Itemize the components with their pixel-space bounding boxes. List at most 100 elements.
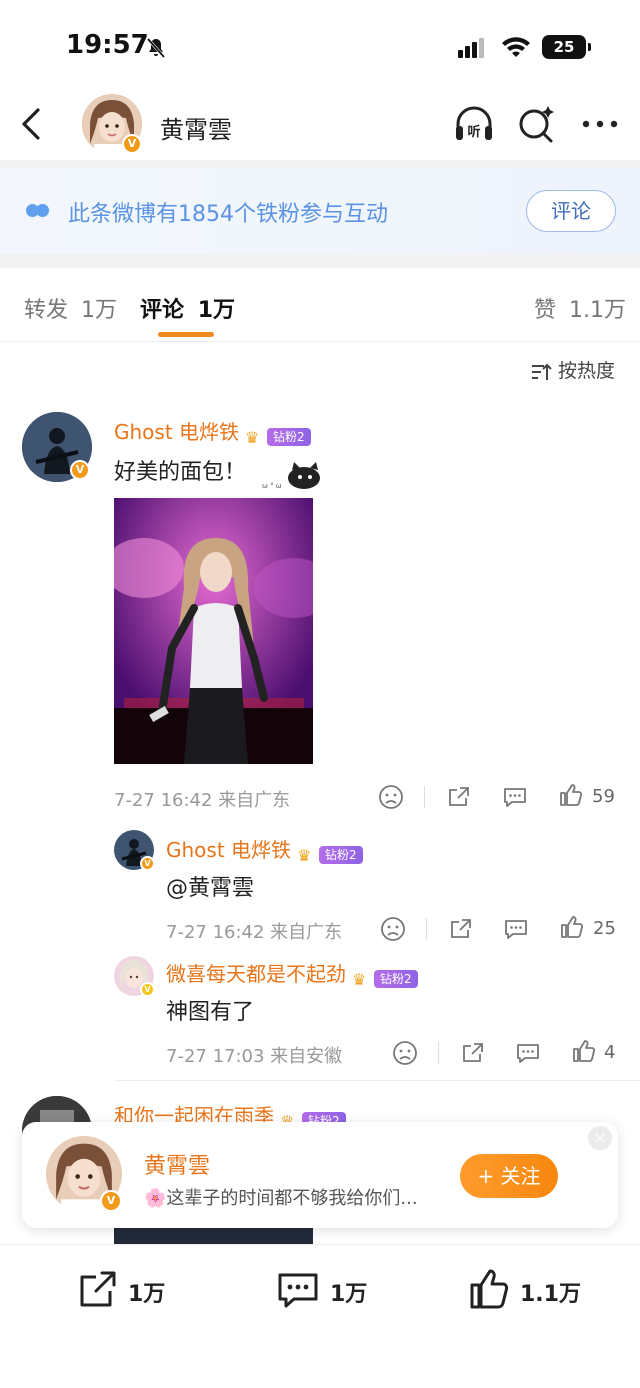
crown-icon: ♛ xyxy=(297,846,312,865)
like-count: 1.1万 xyxy=(520,1282,581,1307)
fan-badge-label: 钻粉2 xyxy=(319,846,363,864)
verified-badge-icon: V xyxy=(122,134,142,154)
dislike-face-icon[interactable] xyxy=(392,1040,418,1066)
author-name: Ghost 电烨铁 xyxy=(166,838,292,862)
top-nav: V 黄霄雲 听 xyxy=(0,90,640,160)
back-arrow-icon[interactable] xyxy=(18,106,44,142)
battery-level: 25 xyxy=(553,38,575,56)
sort-icon xyxy=(532,363,552,380)
share-icon[interactable] xyxy=(446,784,472,810)
comment-count: 1万 xyxy=(330,1282,368,1307)
tab-count: 1万 xyxy=(197,298,235,323)
verified-badge-icon: V xyxy=(140,856,155,871)
like-count: 59 xyxy=(592,786,615,807)
tab-bar: 转发 1万 评论 1万 赞 1.1万 xyxy=(0,270,640,342)
follow-card: × V 黄霄雲 🌸这辈子的时间都不够我给你们... + 关注 xyxy=(22,1122,618,1228)
like-count: 25 xyxy=(593,918,616,939)
tab-count: 1.1万 xyxy=(569,298,627,323)
active-tab-indicator xyxy=(158,332,214,337)
wifi-icon xyxy=(502,37,530,57)
follow-card-name: 黄霄雲 xyxy=(144,1154,211,1179)
more-icon[interactable] xyxy=(578,102,622,146)
fan-interaction-banner: 此条微博有1854个铁粉参与互动 评论 xyxy=(0,168,640,254)
tab-label: 转发 xyxy=(24,298,69,323)
comment-meta: 7-27 16:42 来自广东 xyxy=(114,790,291,811)
comment-text: 好美的面包！ xyxy=(114,454,246,486)
banner-text: 此条微博有1854个铁粉参与互动 xyxy=(68,202,388,227)
close-icon[interactable]: × xyxy=(588,1126,612,1150)
tab-repost[interactable]: 转发 1万 xyxy=(24,292,117,324)
verified-badge-icon: V xyxy=(140,982,155,997)
crown-icon: ♛ xyxy=(352,970,367,989)
reply-author[interactable]: 微喜每天都是不起劲 ♛ 钻粉2 xyxy=(166,958,418,989)
fan-badge: ♛ 钻粉2 xyxy=(297,842,363,865)
chat-bubbles-icon xyxy=(26,202,49,221)
reply-text: @黄霄雲 xyxy=(166,876,255,901)
reply-author[interactable]: Ghost 电烨铁 ♛ 钻粉2 xyxy=(166,834,363,865)
share-icon[interactable] xyxy=(460,1040,486,1066)
reply-icon[interactable] xyxy=(503,916,529,942)
like-icon[interactable] xyxy=(559,914,585,940)
comment-body: 好美的面包！ xyxy=(114,460,247,485)
tab-label: 赞 xyxy=(534,298,557,323)
tab-likes[interactable]: 赞 1.1万 xyxy=(534,292,626,324)
search-sparkle-icon[interactable] xyxy=(514,102,558,146)
avatar[interactable]: V xyxy=(22,412,92,482)
tab-label: 评论 xyxy=(140,298,185,323)
share-icon[interactable] xyxy=(448,916,474,942)
sort-button[interactable]: 按热度 xyxy=(530,356,615,383)
comment-icon[interactable] xyxy=(276,1267,320,1311)
avatar[interactable]: V xyxy=(82,94,142,154)
comment-image[interactable] xyxy=(114,498,313,764)
divider xyxy=(438,1042,439,1064)
page-title: 黄霄雲 xyxy=(160,116,232,144)
follow-button[interactable]: + 关注 xyxy=(460,1154,558,1198)
battery-icon: 25 xyxy=(542,35,591,59)
reply-icon[interactable] xyxy=(515,1040,541,1066)
reply-icon[interactable] xyxy=(502,784,528,810)
crown-icon: ♛ xyxy=(245,428,260,447)
fan-badge-label: 钻粉2 xyxy=(374,970,418,988)
tab-comments[interactable]: 评论 1万 xyxy=(140,292,235,324)
fan-badge: ♛ 钻粉2 xyxy=(245,424,311,447)
dislike-face-icon[interactable] xyxy=(380,916,406,942)
verified-badge-icon: V xyxy=(70,460,90,480)
listen-headphones-icon[interactable]: 听 xyxy=(452,102,496,146)
tab-count: 1万 xyxy=(81,298,118,323)
status-bar: 19:57 25 xyxy=(0,0,640,90)
comment-image[interactable] xyxy=(114,1226,313,1244)
comment-author[interactable]: Ghost 电烨铁 ♛ 钻粉2 xyxy=(114,416,311,447)
bottom-action-bar: 1万 1万 1.1万 xyxy=(0,1244,640,1388)
avatar[interactable]: V xyxy=(46,1136,122,1212)
like-icon[interactable] xyxy=(558,782,584,808)
reply-text: 神图有了 xyxy=(166,1000,255,1025)
fan-badge-label: 钻粉2 xyxy=(267,428,311,446)
divider xyxy=(426,918,427,940)
dislike-face-icon[interactable] xyxy=(378,784,404,810)
repost-count: 1万 xyxy=(128,1282,166,1307)
divider xyxy=(114,1080,640,1081)
divider xyxy=(0,160,640,168)
mute-bell-icon xyxy=(146,38,166,58)
sort-label: 按热度 xyxy=(558,360,616,382)
divider xyxy=(0,254,640,268)
reply-meta: 7-27 17:03 来自安徽 xyxy=(166,1046,343,1067)
avatar[interactable]: V xyxy=(114,830,155,871)
like-count: 4 xyxy=(604,1042,616,1063)
svg-text:ω ° ω: ω ° ω xyxy=(262,482,282,490)
author-name: 微喜每天都是不起劲 xyxy=(166,962,346,986)
reply-meta: 7-27 16:42 来自广东 xyxy=(166,922,343,943)
follow-card-desc: 🌸这辈子的时间都不够我给你们... xyxy=(144,1188,418,1209)
author-name: Ghost 电烨铁 xyxy=(114,420,240,444)
banner-comment-button[interactable]: 评论 xyxy=(526,190,616,232)
divider xyxy=(424,786,425,808)
repost-icon[interactable] xyxy=(76,1267,120,1311)
singer-photo-icon xyxy=(114,498,313,764)
svg-text:听: 听 xyxy=(467,124,480,140)
like-icon[interactable] xyxy=(468,1267,512,1311)
fan-badge: ♛ 钻粉2 xyxy=(352,966,418,989)
avatar[interactable]: V xyxy=(114,956,155,997)
like-icon[interactable] xyxy=(571,1038,597,1064)
verified-badge-icon: V xyxy=(100,1190,122,1212)
clock: 19:57 xyxy=(66,30,149,60)
